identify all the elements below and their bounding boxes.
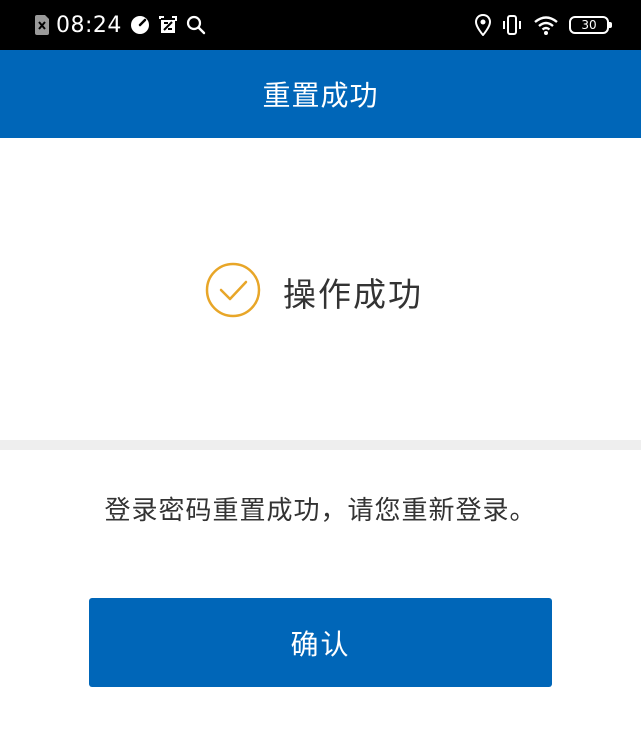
confirm-button[interactable]: 确认 [89,598,552,687]
battery-icon: 30 [569,16,612,34]
status-time: 08:24 [56,12,122,38]
battery-level: 30 [581,18,597,32]
search-icon [186,15,206,35]
page-title: 重置成功 [262,79,379,112]
sim-card-icon [34,14,50,36]
screen: 08:24 30 重置成功 操作成功 登录密码重置成功，请您重新登录。 确认 [0,0,641,739]
wifi-icon [533,14,559,36]
result-message: 登录密码重置成功，请您重新登录。 [104,496,537,526]
status-bar: 08:24 30 [0,0,641,50]
status-bar-left: 08:24 [34,0,206,50]
check-circle-icon [205,262,261,322]
screenshot-icon [158,15,178,35]
status-bar-right: 30 [475,0,612,50]
success-section: 操作成功 [0,138,641,440]
success-status: 操作成功 [205,262,423,322]
title-bar: 重置成功 [0,50,641,138]
timer-icon [130,15,150,35]
vibrate-icon [501,14,523,36]
location-icon [475,14,491,36]
success-text: 操作成功 [283,275,423,314]
section-divider [0,440,641,450]
